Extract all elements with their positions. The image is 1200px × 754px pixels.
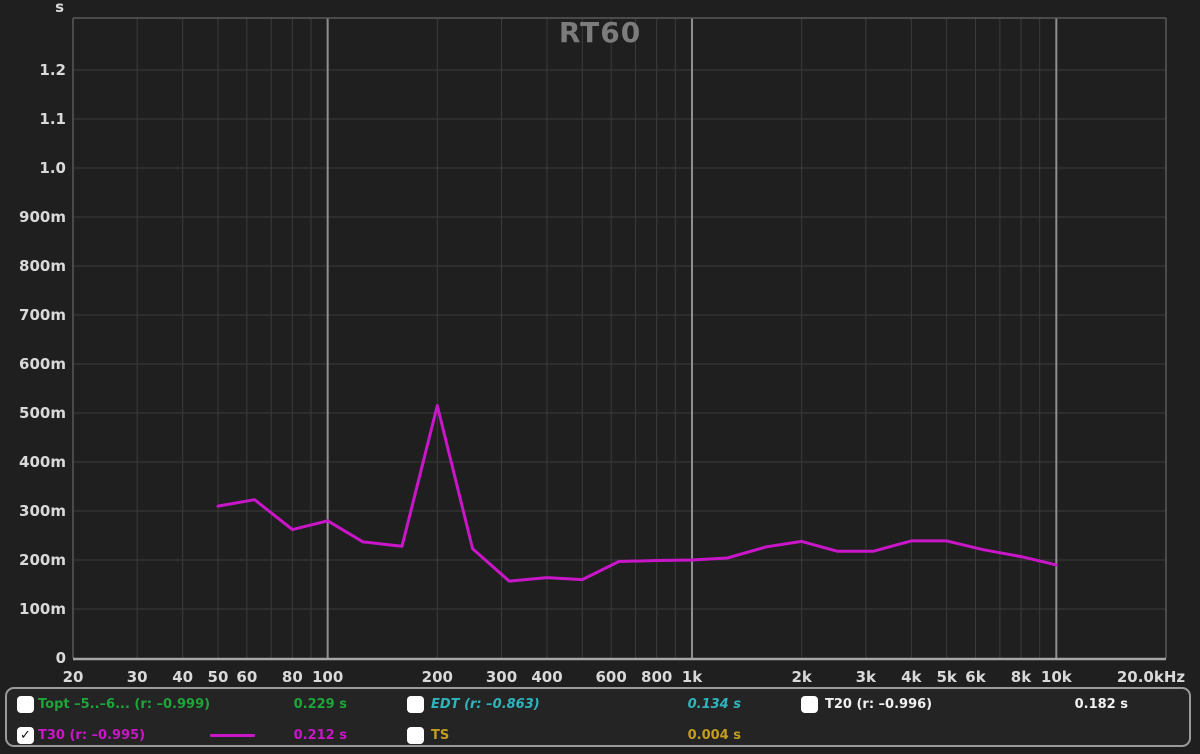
y-tick-label: 500m	[19, 404, 66, 422]
x-tick-label: 4k	[901, 668, 922, 686]
chart-plot-area[interactable]: 1.2 1.1 1.0 900m 800m 700m 600m 500m 400m 300m 200…	[0, 0, 1200, 686]
y-tick-label: 1.2	[39, 61, 66, 79]
t30-label: T30 (r: –0.995)	[38, 728, 145, 743]
x-tick-label: 40	[172, 668, 193, 686]
x-tick-label: 600	[596, 668, 627, 686]
legend-panel	[5, 687, 1191, 747]
t20-checkbox[interactable]	[801, 696, 818, 713]
x-tick-label: 30	[127, 668, 148, 686]
y-tick-label: 0	[56, 649, 66, 667]
ts-checkbox[interactable]	[407, 727, 424, 744]
y-tick-label: 400m	[19, 453, 66, 471]
x-tick-label: 3k	[856, 668, 877, 686]
y-tick-label: 200m	[19, 551, 66, 569]
ts-value: 0.004 s	[620, 728, 741, 743]
t20-label: T20 (r: –0.996)	[825, 697, 932, 712]
x-tick-label: 2k	[791, 668, 812, 686]
y-tick-label: 600m	[19, 355, 66, 373]
x-tick-label: 80	[282, 668, 303, 686]
x-tick-label: 800	[641, 668, 672, 686]
x-tick-label: 20.0kHz	[1117, 668, 1186, 686]
t20-value: 0.182 s	[1010, 697, 1128, 712]
chart-title: RT60	[0, 16, 1200, 49]
y-tick-label: 1.0	[39, 159, 66, 177]
x-tick-label: 1k	[682, 668, 703, 686]
x-tick-label: 400	[531, 668, 562, 686]
x-tick-label: 8k	[1011, 668, 1032, 686]
t30-value: 0.212 s	[230, 728, 347, 743]
y-tick-label: 700m	[19, 306, 66, 324]
x-tick-label: 200	[422, 668, 453, 686]
x-tick-label: 20	[63, 668, 84, 686]
t30-curve	[218, 406, 1056, 581]
topt-value: 0.229 s	[230, 697, 347, 712]
y-tick-label: 100m	[19, 600, 66, 618]
edt-checkbox[interactable]	[407, 696, 424, 713]
y-axis-unit-label: s	[40, 0, 64, 16]
x-tick-label: 300	[486, 668, 517, 686]
x-tick-label: 50	[208, 668, 229, 686]
y-tick-label: 800m	[19, 257, 66, 275]
x-tick-label: 100	[312, 668, 343, 686]
rt60-window: 1.21.11.0900m800m700m600m500m400m300m200…	[0, 0, 1200, 754]
t30-checkbox[interactable]: ✓	[17, 727, 34, 744]
y-tick-label: 1.1	[39, 110, 66, 128]
edt-label: EDT (r: –0.863)	[431, 697, 540, 712]
x-tick-label: 6k	[965, 668, 986, 686]
y-tick-label: 900m	[19, 208, 66, 226]
edt-value: 0.134 s	[620, 697, 741, 712]
ts-label: TS	[431, 728, 449, 743]
y-tick-label: 300m	[19, 502, 66, 520]
topt-label: Topt –5..–6... (r: –0.999)	[38, 697, 210, 712]
x-tick-label: 60	[236, 668, 257, 686]
topt-checkbox[interactable]	[17, 696, 34, 713]
check-icon: ✓	[20, 728, 31, 743]
x-tick-label: 5k	[936, 668, 957, 686]
x-tick-label: 10k	[1041, 668, 1073, 686]
